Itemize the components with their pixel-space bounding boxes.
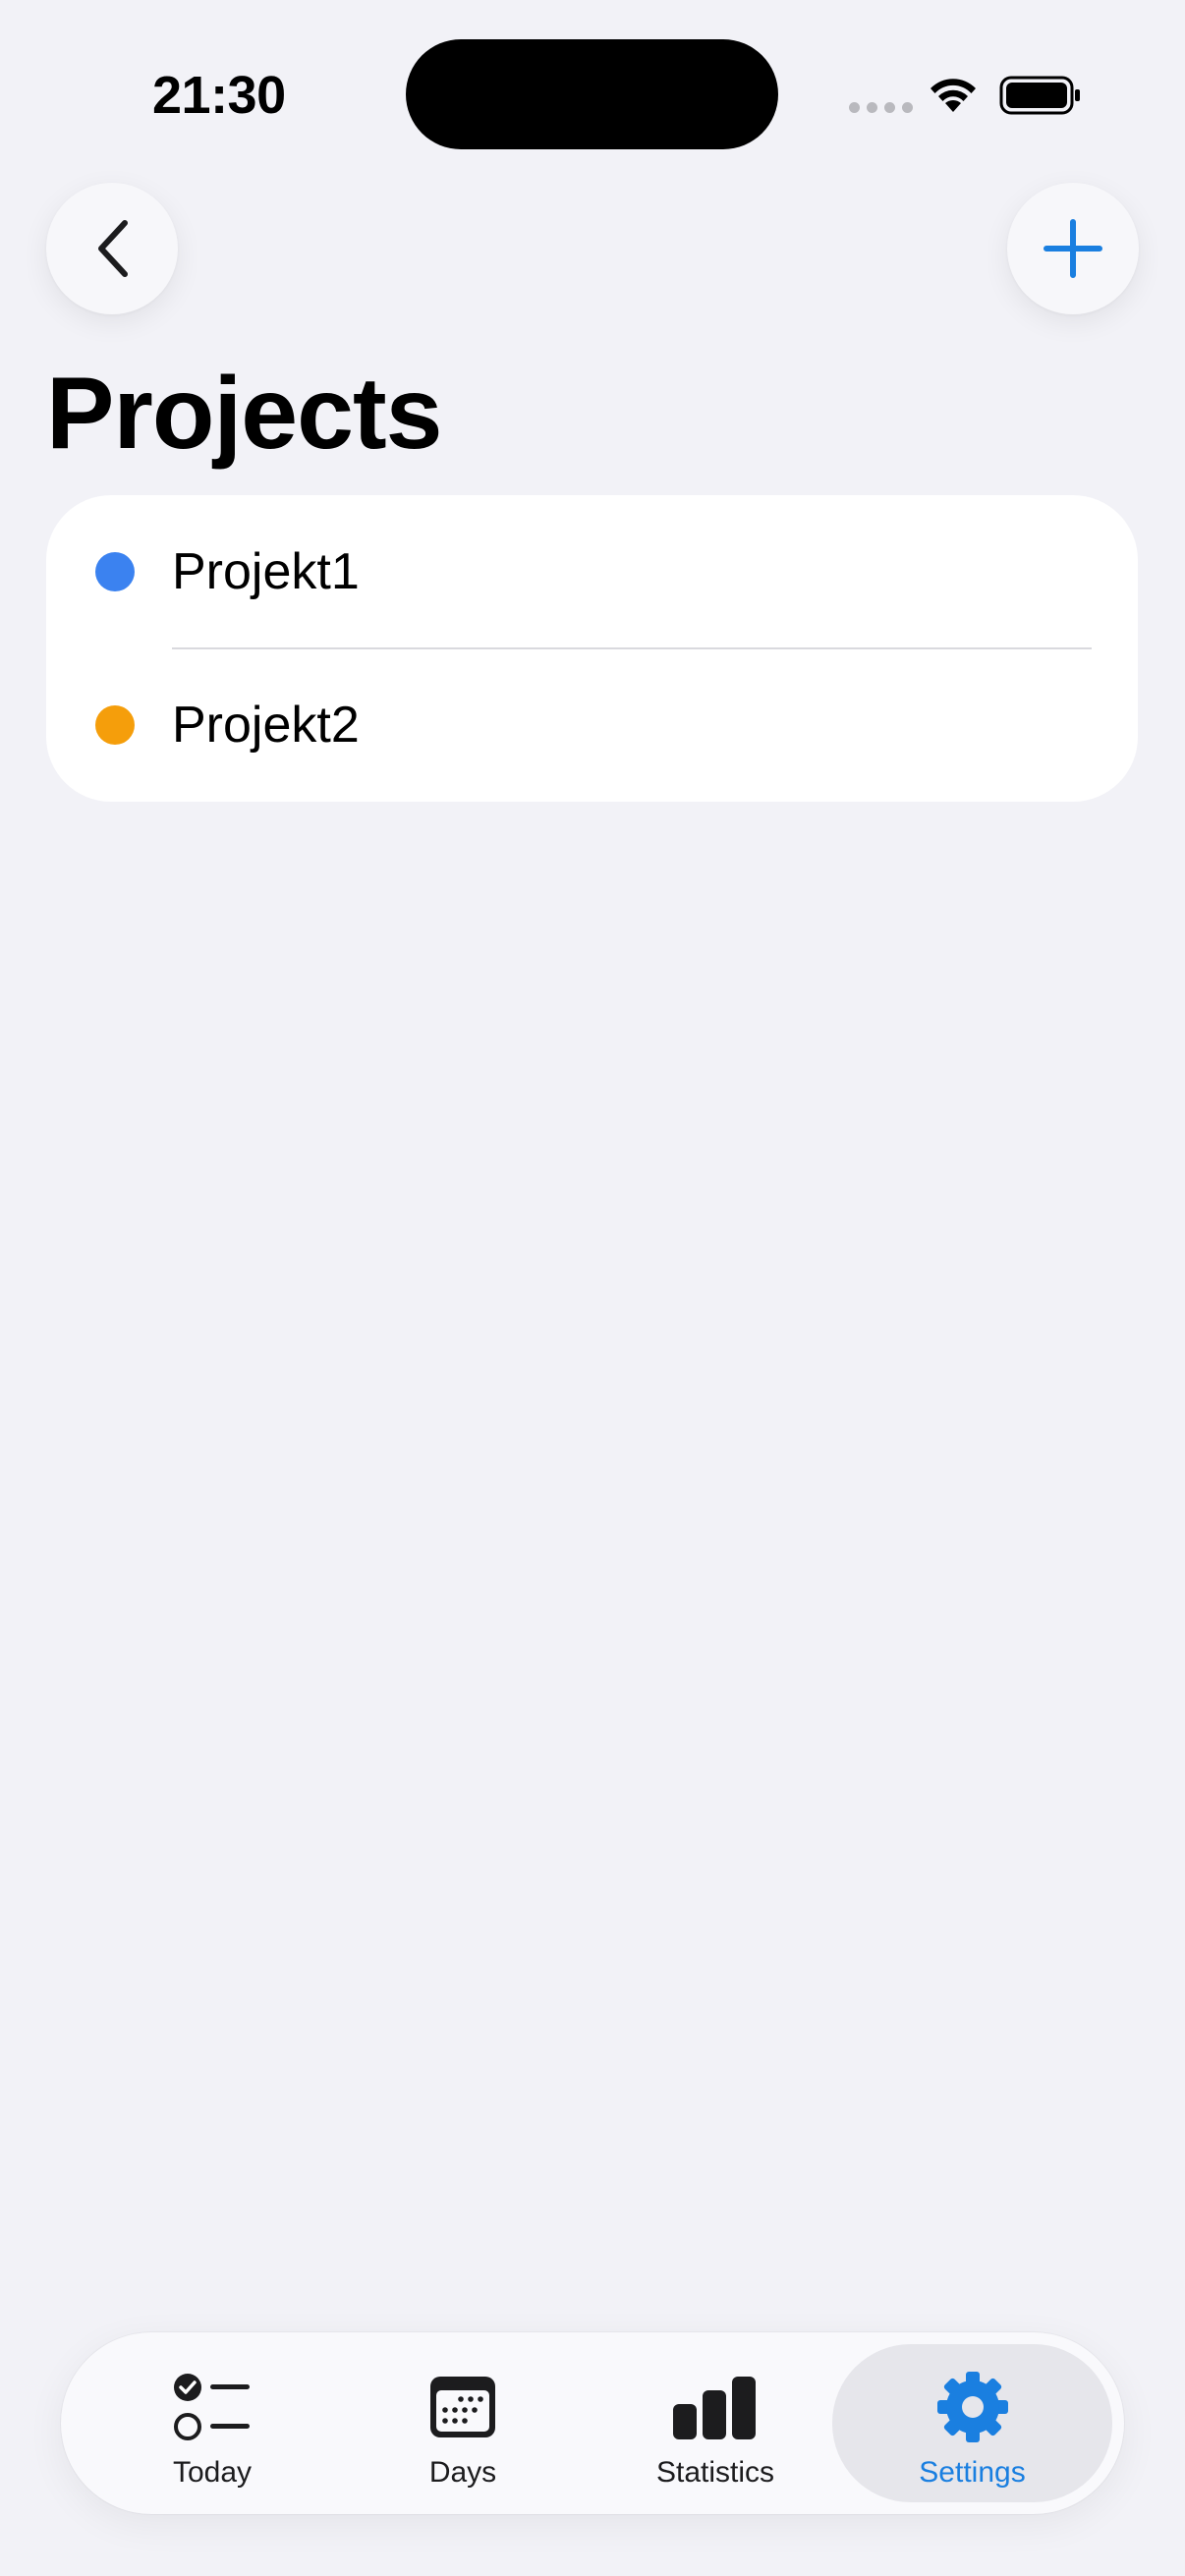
dynamic-island xyxy=(406,39,778,149)
project-color-dot xyxy=(95,552,135,591)
tab-label: Today xyxy=(172,2456,253,2489)
tab-label: Days xyxy=(428,2456,497,2489)
project-row[interactable]: Projekt2 xyxy=(46,648,1138,802)
projects-list: Projekt1 Projekt2 xyxy=(46,495,1138,802)
project-name: Projekt2 xyxy=(172,697,360,754)
chevron-left-icon xyxy=(98,220,128,277)
tab-statistics[interactable]: Statistics xyxy=(589,2344,842,2502)
project-name: Projekt1 xyxy=(172,543,360,600)
screen: 21:30 Projects Projekt1 Projekt2 Today D… xyxy=(0,0,1185,2576)
tab-settings[interactable]: Settings xyxy=(832,2344,1112,2502)
back-button[interactable] xyxy=(46,183,178,314)
calendar-icon xyxy=(430,2377,495,2437)
cellular-signal-icon xyxy=(849,102,913,113)
gear-icon xyxy=(936,2372,1008,2442)
battery-icon xyxy=(999,76,1080,115)
add-project-button[interactable] xyxy=(1007,183,1139,314)
project-color-dot xyxy=(95,705,135,745)
checklist-icon xyxy=(174,2374,250,2440)
tab-bar: Today Days Statistics Settings xyxy=(61,2332,1124,2514)
bar-chart-icon xyxy=(673,2377,756,2439)
tab-label: Statistics xyxy=(655,2456,775,2489)
tab-today[interactable]: Today xyxy=(85,2344,339,2502)
plus-icon xyxy=(1044,219,1102,278)
wifi-icon xyxy=(931,79,976,112)
project-row[interactable]: Projekt1 xyxy=(46,495,1138,648)
status-time: 21:30 xyxy=(152,66,286,125)
tab-label: Settings xyxy=(919,2456,1026,2489)
page-title: Projects xyxy=(46,357,442,471)
tab-days[interactable]: Days xyxy=(336,2344,590,2502)
